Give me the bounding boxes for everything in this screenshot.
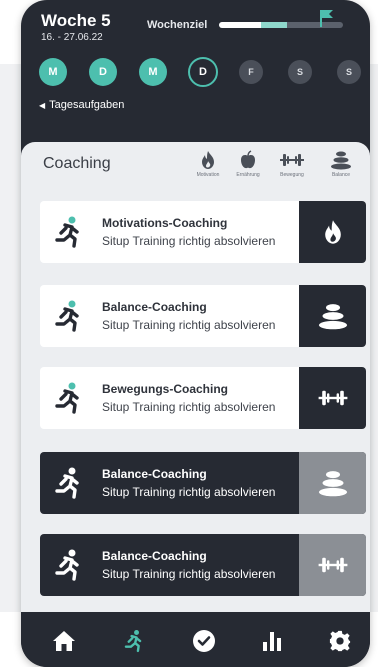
weekly-goal-label: Wochenziel [147,19,208,31]
coaching-card[interactable]: Motivations-Coaching Situp Training rich… [40,201,366,263]
runner-icon [55,300,79,332]
weekly-goal-progress-highlight [261,22,287,28]
week-header: Woche 5 16. - 27.06.22 Wochenziel M D M … [21,0,370,142]
tab-settings[interactable] [327,628,353,654]
runner-icon [55,216,79,248]
day-label: S [296,67,303,77]
day-tuesday[interactable]: D [89,58,117,86]
stones-icon [318,304,347,330]
stones-icon [331,151,351,170]
day-sunday[interactable]: S [337,60,361,84]
category-label: Motivation [196,172,220,178]
day-thursday[interactable]: D [188,57,218,87]
day-label: F [248,67,254,77]
day-friday[interactable]: F [239,60,263,84]
category-label: Ernährung [236,172,260,178]
card-subtitle: Situp Training richtig absolvieren [102,485,276,499]
tab-coaching[interactable] [120,628,146,654]
runner-icon [124,630,142,653]
apple-icon [241,150,255,169]
stones-icon [318,471,347,497]
coaching-card[interactable]: Bewegungs-Coaching Situp Training richti… [40,367,366,429]
daily-tasks-link[interactable]: ◀ Tagesaufgaben [39,99,124,111]
card-title: Motivations-Coaching [102,216,228,230]
category-label: Balance [331,172,351,178]
card-subtitle: Situp Training richtig absolvieren [102,567,276,581]
day-wednesday[interactable]: M [139,58,167,86]
flame-icon [202,151,214,169]
card-title: Balance-Coaching [102,300,207,314]
coaching-card[interactable]: Balance-Coaching Situp Training richtig … [40,285,366,347]
card-thumbnail [299,367,366,429]
runner-icon [55,382,79,414]
gear-icon [329,630,351,652]
day-monday[interactable]: M [39,58,67,86]
tab-home[interactable] [51,628,77,654]
card-title: Bewegungs-Coaching [102,382,229,396]
day-label: D [199,66,207,78]
tab-statistics[interactable] [259,628,285,654]
day-saturday[interactable]: S [288,60,312,84]
card-thumbnail [299,534,366,596]
week-date-range: 16. - 27.06.22 [41,32,103,43]
triangle-left-icon: ◀ [39,100,46,110]
day-label: M [48,66,58,78]
goal-flag-icon [317,8,337,28]
card-thumbnail [299,201,366,263]
card-thumbnail [299,285,366,347]
bottom-tab-bar [21,612,370,667]
phone-frame: Woche 5 16. - 27.06.22 Wochenziel M D M … [21,0,370,667]
category-label: Bewegung [280,172,304,178]
card-title: Balance-Coaching [102,467,207,481]
day-label: D [99,66,107,78]
category-movement[interactable]: Bewegung [273,150,311,178]
runner-icon [55,467,79,499]
category-nutrition[interactable]: Ernährung [229,150,267,178]
dumbbell-icon [280,154,304,166]
card-subtitle: Situp Training richtig absolvieren [102,318,276,332]
flame-icon [324,220,341,244]
dumbbell-icon [318,390,347,406]
card-subtitle: Situp Training richtig absolvieren [102,234,276,248]
weekday-selector: M D M D F S S [39,57,361,88]
dumbbell-icon [318,557,347,573]
category-balance[interactable]: Balance [322,150,360,178]
check-circle-icon [193,630,215,652]
coaching-sheet: Coaching Motivation Ernährung Bewegung B… [21,142,370,612]
runner-icon [55,549,79,581]
bar-chart-icon [263,632,281,651]
coaching-title: Coaching [43,155,111,172]
card-title: Balance-Coaching [102,549,207,563]
category-motivation[interactable]: Motivation [189,150,227,178]
week-title: Woche 5 [41,11,111,30]
daily-tasks-label: Tagesaufgaben [49,99,125,111]
coaching-card[interactable]: Balance-Coaching Situp Training richtig … [40,534,366,596]
tab-tasks[interactable] [191,628,217,654]
day-label: M [148,66,158,78]
coaching-card[interactable]: Balance-Coaching Situp Training richtig … [40,452,366,514]
home-icon [53,631,75,651]
card-thumbnail [299,452,366,514]
day-label: S [345,67,352,77]
card-subtitle: Situp Training richtig absolvieren [102,400,276,414]
